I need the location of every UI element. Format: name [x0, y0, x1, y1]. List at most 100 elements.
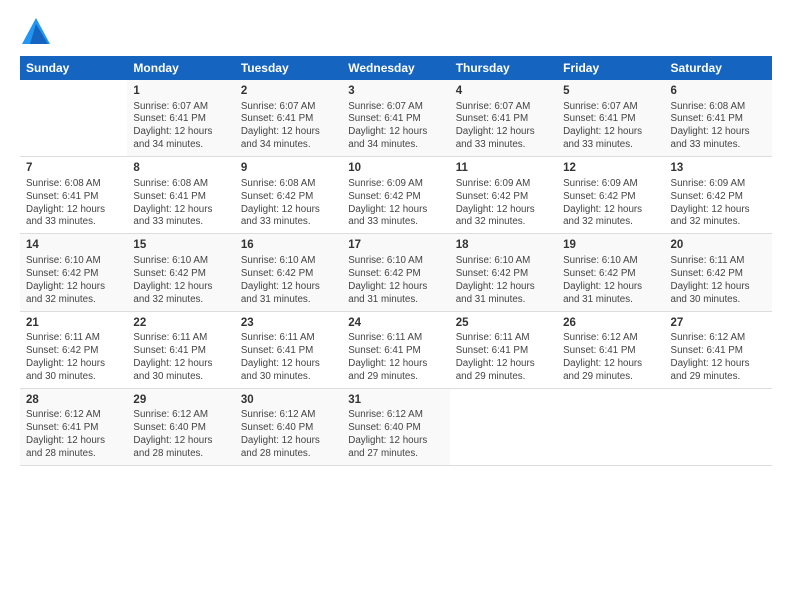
day-info: Sunrise: 6:12 AM Sunset: 6:41 PM Dayligh…	[26, 409, 121, 461]
calendar-cell: 16Sunrise: 6:10 AM Sunset: 6:42 PM Dayli…	[235, 234, 342, 311]
day-number: 7	[26, 161, 121, 177]
day-number: 4	[456, 84, 551, 100]
header-day-sunday: Sunday	[20, 56, 127, 80]
calendar-cell: 22Sunrise: 6:11 AM Sunset: 6:41 PM Dayli…	[127, 311, 234, 388]
calendar-cell: 9Sunrise: 6:08 AM Sunset: 6:42 PM Daylig…	[235, 157, 342, 234]
day-info: Sunrise: 6:07 AM Sunset: 6:41 PM Dayligh…	[241, 101, 336, 153]
header	[20, 16, 772, 48]
day-number: 14	[26, 238, 121, 254]
day-info: Sunrise: 6:10 AM Sunset: 6:42 PM Dayligh…	[241, 255, 336, 307]
calendar-cell	[557, 388, 664, 465]
calendar-header: SundayMondayTuesdayWednesdayThursdayFrid…	[20, 56, 772, 80]
day-info: Sunrise: 6:11 AM Sunset: 6:42 PM Dayligh…	[26, 332, 121, 384]
header-row: SundayMondayTuesdayWednesdayThursdayFrid…	[20, 56, 772, 80]
day-number: 17	[348, 238, 443, 254]
day-info: Sunrise: 6:08 AM Sunset: 6:41 PM Dayligh…	[671, 101, 766, 153]
day-info: Sunrise: 6:07 AM Sunset: 6:41 PM Dayligh…	[133, 101, 228, 153]
day-number: 20	[671, 238, 766, 254]
calendar-table: SundayMondayTuesdayWednesdayThursdayFrid…	[20, 56, 772, 466]
day-number: 10	[348, 161, 443, 177]
day-number: 9	[241, 161, 336, 177]
day-number: 5	[563, 84, 658, 100]
calendar-cell: 29Sunrise: 6:12 AM Sunset: 6:40 PM Dayli…	[127, 388, 234, 465]
day-number: 23	[241, 316, 336, 332]
calendar-body: 1Sunrise: 6:07 AM Sunset: 6:41 PM Daylig…	[20, 80, 772, 466]
day-info: Sunrise: 6:09 AM Sunset: 6:42 PM Dayligh…	[456, 178, 551, 230]
day-number: 28	[26, 393, 121, 409]
week-row-3: 14 Sunrise: 6:10 AM Sunset: 6:42 PM Dayli…	[20, 234, 772, 311]
day-info: Sunrise: 6:12 AM Sunset: 6:41 PM Dayligh…	[671, 332, 766, 384]
day-number: 29	[133, 393, 228, 409]
day-number: 16	[241, 238, 336, 254]
calendar-cell: 31Sunrise: 6:12 AM Sunset: 6:40 PM Dayli…	[342, 388, 449, 465]
calendar-cell: 13Sunrise: 6:09 AM Sunset: 6:42 PM Dayli…	[665, 157, 772, 234]
day-number: 2	[241, 84, 336, 100]
calendar-cell: 26Sunrise: 6:12 AM Sunset: 6:41 PM Dayli…	[557, 311, 664, 388]
day-info: Sunrise: 6:11 AM Sunset: 6:41 PM Dayligh…	[241, 332, 336, 384]
calendar-cell	[665, 388, 772, 465]
day-number: 22	[133, 316, 228, 332]
day-info: Sunrise: 6:10 AM Sunset: 6:42 PM Dayligh…	[133, 255, 228, 307]
header-day-wednesday: Wednesday	[342, 56, 449, 80]
calendar-cell: 2Sunrise: 6:07 AM Sunset: 6:41 PM Daylig…	[235, 80, 342, 157]
calendar-cell: 15Sunrise: 6:10 AM Sunset: 6:42 PM Dayli…	[127, 234, 234, 311]
day-info: Sunrise: 6:09 AM Sunset: 6:42 PM Dayligh…	[671, 178, 766, 230]
calendar-cell: 17Sunrise: 6:10 AM Sunset: 6:42 PM Dayli…	[342, 234, 449, 311]
calendar-cell: 11Sunrise: 6:09 AM Sunset: 6:42 PM Dayli…	[450, 157, 557, 234]
day-info: Sunrise: 6:11 AM Sunset: 6:41 PM Dayligh…	[133, 332, 228, 384]
day-info: Sunrise: 6:11 AM Sunset: 6:41 PM Dayligh…	[456, 332, 551, 384]
header-day-thursday: Thursday	[450, 56, 557, 80]
day-info: Sunrise: 6:09 AM Sunset: 6:42 PM Dayligh…	[563, 178, 658, 230]
day-number: 18	[456, 238, 551, 254]
day-number: 8	[133, 161, 228, 177]
day-info: Sunrise: 6:08 AM Sunset: 6:41 PM Dayligh…	[26, 178, 121, 230]
calendar-cell: 19Sunrise: 6:10 AM Sunset: 6:42 PM Dayli…	[557, 234, 664, 311]
calendar-cell: 1Sunrise: 6:07 AM Sunset: 6:41 PM Daylig…	[127, 80, 234, 157]
calendar-cell	[450, 388, 557, 465]
day-info: Sunrise: 6:12 AM Sunset: 6:41 PM Dayligh…	[563, 332, 658, 384]
day-number: 15	[133, 238, 228, 254]
day-number: 3	[348, 84, 443, 100]
calendar-cell: 6Sunrise: 6:08 AM Sunset: 6:41 PM Daylig…	[665, 80, 772, 157]
week-row-2: 7Sunrise: 6:08 AM Sunset: 6:41 PM Daylig…	[20, 157, 772, 234]
calendar-cell: 12Sunrise: 6:09 AM Sunset: 6:42 PM Dayli…	[557, 157, 664, 234]
day-number: 11	[456, 161, 551, 177]
calendar-cell: 14Sunrise: 6:10 AM Sunset: 6:42 PM Dayli…	[20, 234, 127, 311]
page: SundayMondayTuesdayWednesdayThursdayFrid…	[0, 0, 792, 612]
day-info: Sunrise: 6:12 AM Sunset: 6:40 PM Dayligh…	[348, 409, 443, 461]
day-number: 27	[671, 316, 766, 332]
logo	[20, 16, 56, 48]
day-info: Sunrise: 6:08 AM Sunset: 6:42 PM Dayligh…	[241, 178, 336, 230]
header-day-friday: Friday	[557, 56, 664, 80]
day-number: 6	[671, 84, 766, 100]
day-number: 26	[563, 316, 658, 332]
day-info: Sunrise: 6:07 AM Sunset: 6:41 PM Dayligh…	[456, 101, 551, 153]
calendar-cell: 8Sunrise: 6:08 AM Sunset: 6:41 PM Daylig…	[127, 157, 234, 234]
day-info: Sunrise: 6:12 AM Sunset: 6:40 PM Dayligh…	[241, 409, 336, 461]
day-info: Sunrise: 6:11 AM Sunset: 6:42 PM Dayligh…	[671, 255, 766, 307]
calendar-cell: 10Sunrise: 6:09 AM Sunset: 6:42 PM Dayli…	[342, 157, 449, 234]
header-day-saturday: Saturday	[665, 56, 772, 80]
week-row-4: 21Sunrise: 6:11 AM Sunset: 6:42 PM Dayli…	[20, 311, 772, 388]
week-row-1: 1Sunrise: 6:07 AM Sunset: 6:41 PM Daylig…	[20, 80, 772, 157]
calendar-cell: 4Sunrise: 6:07 AM Sunset: 6:41 PM Daylig…	[450, 80, 557, 157]
day-number: 31	[348, 393, 443, 409]
header-day-monday: Monday	[127, 56, 234, 80]
day-info: Sunrise: 6:07 AM Sunset: 6:41 PM Dayligh…	[563, 101, 658, 153]
day-number: 19	[563, 238, 658, 254]
calendar-cell: 28Sunrise: 6:12 AM Sunset: 6:41 PM Dayli…	[20, 388, 127, 465]
calendar-cell: 24Sunrise: 6:11 AM Sunset: 6:41 PM Dayli…	[342, 311, 449, 388]
calendar-cell: 27Sunrise: 6:12 AM Sunset: 6:41 PM Dayli…	[665, 311, 772, 388]
header-day-tuesday: Tuesday	[235, 56, 342, 80]
calendar-cell: 18Sunrise: 6:10 AM Sunset: 6:42 PM Dayli…	[450, 234, 557, 311]
day-number: 12	[563, 161, 658, 177]
calendar-cell: 23Sunrise: 6:11 AM Sunset: 6:41 PM Dayli…	[235, 311, 342, 388]
day-info: Sunrise: 6:09 AM Sunset: 6:42 PM Dayligh…	[348, 178, 443, 230]
calendar-cell: 25Sunrise: 6:11 AM Sunset: 6:41 PM Dayli…	[450, 311, 557, 388]
week-row-5: 28Sunrise: 6:12 AM Sunset: 6:41 PM Dayli…	[20, 388, 772, 465]
calendar-cell: 5Sunrise: 6:07 AM Sunset: 6:41 PM Daylig…	[557, 80, 664, 157]
calendar-cell: 7Sunrise: 6:08 AM Sunset: 6:41 PM Daylig…	[20, 157, 127, 234]
day-number: 13	[671, 161, 766, 177]
day-info: Sunrise: 6:10 AM Sunset: 6:42 PM Dayligh…	[563, 255, 658, 307]
logo-icon	[20, 16, 52, 48]
